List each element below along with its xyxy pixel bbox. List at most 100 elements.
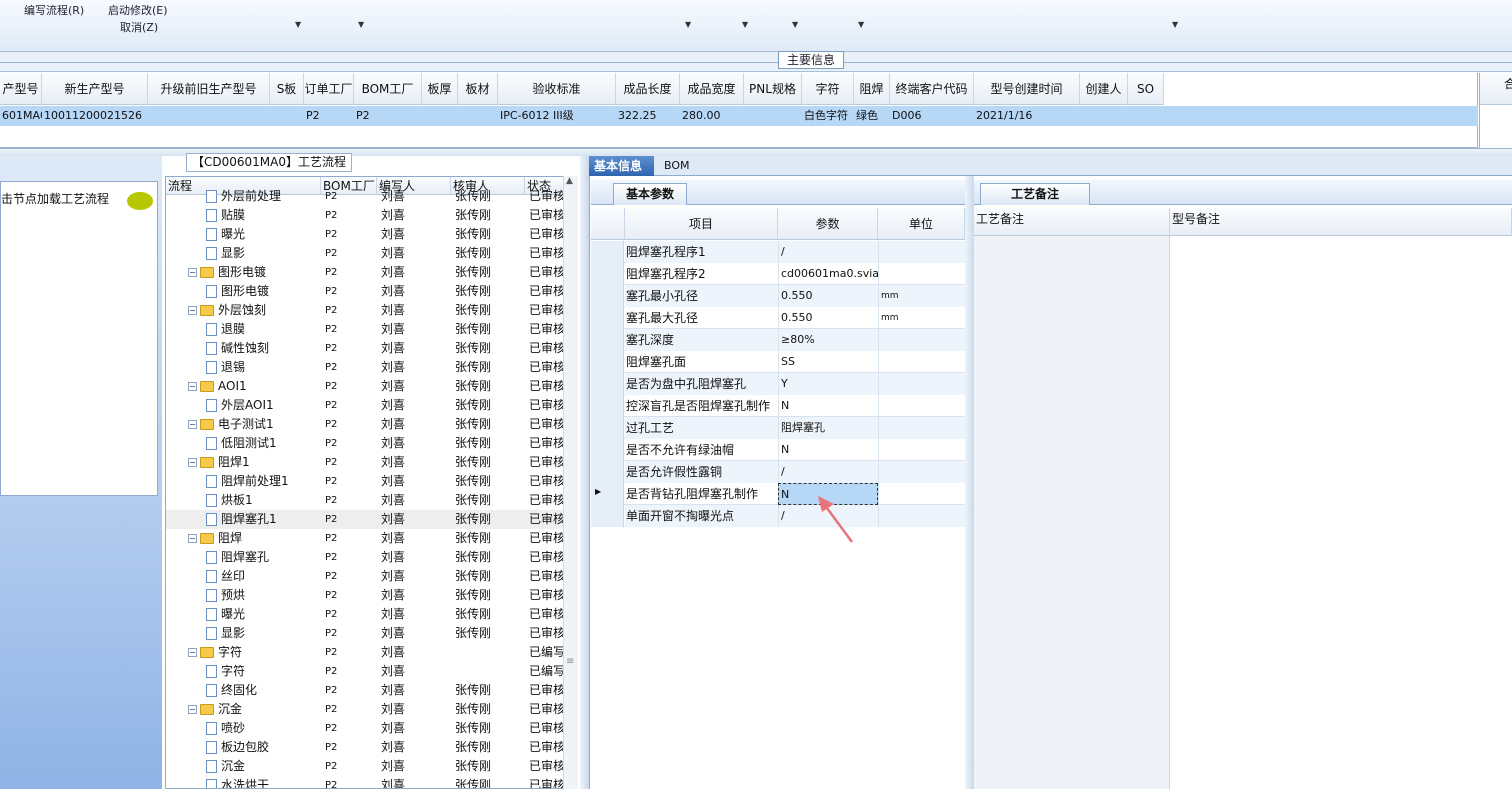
param-value[interactable]: 阻焊塞孔 [778, 417, 878, 439]
tree-row[interactable]: 烘板1 P2 刘喜 张传刚 已审核 [166, 491, 566, 510]
tree-node[interactable]: − 阻焊1 [188, 453, 321, 472]
order-grid-header[interactable]: SO [1128, 73, 1164, 105]
tree-node[interactable]: − 阻焊 [188, 529, 321, 548]
row-indicator[interactable]: ▶ [591, 483, 624, 505]
order-grid-header[interactable]: 板材 [458, 73, 498, 105]
collapse-icon[interactable]: − [188, 648, 197, 657]
collapse-icon[interactable]: − [188, 705, 197, 714]
scroll-up-icon[interactable]: ▲ [566, 176, 573, 186]
tree-node[interactable]: 低阻测试1 [206, 434, 321, 453]
param-value[interactable]: SS [778, 351, 878, 373]
tree-node[interactable]: − 电子测试1 [188, 415, 321, 434]
order-grid-header[interactable]: S板 [270, 73, 304, 105]
tree-row[interactable]: 外层前处理 P2 刘喜 张传刚 已审核 [166, 187, 566, 206]
order-grid-header[interactable]: 成品宽度 [680, 73, 744, 105]
tree-row[interactable]: 喷砂 P2 刘喜 张传刚 已审核 [166, 719, 566, 738]
collapse-icon[interactable]: − [188, 420, 197, 429]
tree-row[interactable]: 阻焊塞孔 P2 刘喜 张传刚 已审核 [166, 548, 566, 567]
tree-row[interactable]: − 字符 P2 刘喜 已编写 [166, 643, 566, 662]
collapse-icon[interactable]: − [188, 268, 197, 277]
order-grid-header[interactable]: 板厚 [422, 73, 458, 105]
tree-node[interactable]: − 字符 [188, 643, 321, 662]
tree-node[interactable]: 终固化 [206, 681, 321, 700]
order-grid-header[interactable]: PNL规格 [744, 73, 802, 105]
tree-node[interactable]: 图形电镀 [206, 282, 321, 301]
order-grid-header[interactable]: 型号创建时间 [974, 73, 1080, 105]
order-grid-header[interactable]: 终端客户代码 [890, 73, 974, 105]
collapse-icon[interactable]: − [188, 534, 197, 543]
tree-node[interactable]: 字符 [206, 662, 321, 681]
tree-node[interactable]: 丝印 [206, 567, 321, 586]
cancel-button[interactable]: 取消(Z) [120, 19, 158, 35]
params-column-header[interactable]: 参数 [778, 208, 878, 240]
params-row[interactable]: ▶ 是否背钻孔阻焊塞孔制作 N [591, 483, 965, 505]
params-row[interactable]: 塞孔最大孔径 0.550 mm [591, 307, 965, 329]
tree-row[interactable]: − 电子测试1 P2 刘喜 张传刚 已审核 [166, 415, 566, 434]
tree-row[interactable]: − 沉金 P2 刘喜 张传刚 已审核 [166, 700, 566, 719]
dropdown-arrow-icon[interactable]: ▼ [858, 20, 864, 29]
params-row[interactable]: 控深盲孔是否阻焊塞孔制作 N [591, 395, 965, 417]
tree-row[interactable]: 退锡 P2 刘喜 张传刚 已审核 [166, 358, 566, 377]
param-value[interactable]: N [778, 395, 878, 417]
row-indicator[interactable] [591, 461, 624, 483]
tree-node[interactable]: 阻焊塞孔 [206, 548, 321, 567]
tree-row[interactable]: − 阻焊 P2 刘喜 张传刚 已审核 [166, 529, 566, 548]
dropdown-arrow-icon[interactable]: ▼ [685, 20, 691, 29]
tree-row[interactable]: 板边包胶 P2 刘喜 张传刚 已审核 [166, 738, 566, 757]
params-row[interactable]: 是否不允许有绿油帽 N [591, 439, 965, 461]
tree-row[interactable]: 字符 P2 刘喜 已编写 [166, 662, 566, 681]
tree-node[interactable]: 阻焊前处理1 [206, 472, 321, 491]
tree-row[interactable]: − 阻焊1 P2 刘喜 张传刚 已审核 [166, 453, 566, 472]
tab-bom[interactable]: BOM [659, 156, 695, 176]
tree-node[interactable]: 曝光 [206, 225, 321, 244]
tree-node[interactable]: − 外层蚀刻 [188, 301, 321, 320]
tree-node[interactable]: 显影 [206, 244, 321, 263]
tree-node[interactable]: 沉金 [206, 757, 321, 776]
tree-row[interactable]: − 外层蚀刻 P2 刘喜 张传刚 已审核 [166, 301, 566, 320]
params-row[interactable]: 过孔工艺 阻焊塞孔 [591, 417, 965, 439]
order-grid-header[interactable]: 升级前旧生产型号 [148, 73, 270, 105]
order-grid-header[interactable]: 阻焊 [854, 73, 890, 105]
tree-node[interactable]: 退膜 [206, 320, 321, 339]
params-column-header[interactable]: 项目 [625, 208, 778, 240]
tree-node[interactable]: 烘板1 [206, 491, 321, 510]
vertical-splitter-2[interactable] [965, 176, 974, 789]
params-column-header[interactable]: 单位 [878, 208, 965, 240]
tree-node[interactable]: − 沉金 [188, 700, 321, 719]
order-grid-header[interactable]: 订单工厂 [304, 73, 354, 105]
tree-node[interactable]: 显影 [206, 624, 321, 643]
process-notes-field[interactable] [974, 236, 1170, 789]
row-indicator[interactable] [591, 241, 624, 263]
tree-row[interactable]: 碱性蚀刻 P2 刘喜 张传刚 已审核 [166, 339, 566, 358]
order-grid-header[interactable]: 字符 [802, 73, 854, 105]
tree-row[interactable]: 预烘 P2 刘喜 张传刚 已审核 [166, 586, 566, 605]
tab-basic-params[interactable]: 基本参数 [613, 183, 688, 205]
row-indicator[interactable] [591, 307, 624, 329]
tree-node[interactable]: 板边包胶 [206, 738, 321, 757]
tree-node[interactable]: 水洗烘干 [206, 776, 321, 788]
param-value[interactable]: / [778, 461, 878, 483]
tree-row[interactable]: 退膜 P2 刘喜 张传刚 已审核 [166, 320, 566, 339]
tree-row[interactable]: 丝印 P2 刘喜 张传刚 已审核 [166, 567, 566, 586]
params-row[interactable]: 塞孔最小孔径 0.550 mm [591, 285, 965, 307]
param-value[interactable]: Y [778, 373, 878, 395]
order-grid-header[interactable]: 产型号 [0, 73, 42, 105]
tree-row[interactable]: 曝光 P2 刘喜 张传刚 已审核 [166, 605, 566, 624]
row-indicator[interactable] [591, 263, 624, 285]
dropdown-arrow-icon[interactable]: ▼ [792, 20, 798, 29]
tree-row[interactable]: − 图形电镀 P2 刘喜 张传刚 已审核 [166, 263, 566, 282]
order-grid-header[interactable]: BOM工厂 [354, 73, 422, 105]
order-grid-header[interactable]: 新生产型号 [42, 73, 148, 105]
tab-basic-info[interactable]: 基本信息 [589, 156, 654, 176]
start-modify-button[interactable]: 启动修改(E) [108, 2, 168, 18]
dropdown-arrow-icon[interactable]: ▼ [1172, 20, 1178, 29]
tree-row[interactable]: 阻焊塞孔1 P2 刘喜 张传刚 已审核 [166, 510, 566, 529]
params-row[interactable]: 是否为盘中孔阻焊塞孔 Y [591, 373, 965, 395]
tree-row[interactable]: 显影 P2 刘喜 张传刚 已审核 [166, 624, 566, 643]
tab-process-notes[interactable]: 工艺备注 [980, 183, 1091, 205]
row-indicator[interactable] [591, 417, 624, 439]
row-indicator[interactable] [591, 373, 624, 395]
order-grid-header[interactable]: 成品长度 [616, 73, 680, 105]
row-indicator[interactable] [591, 285, 624, 307]
model-notes-field[interactable] [1172, 236, 1512, 789]
